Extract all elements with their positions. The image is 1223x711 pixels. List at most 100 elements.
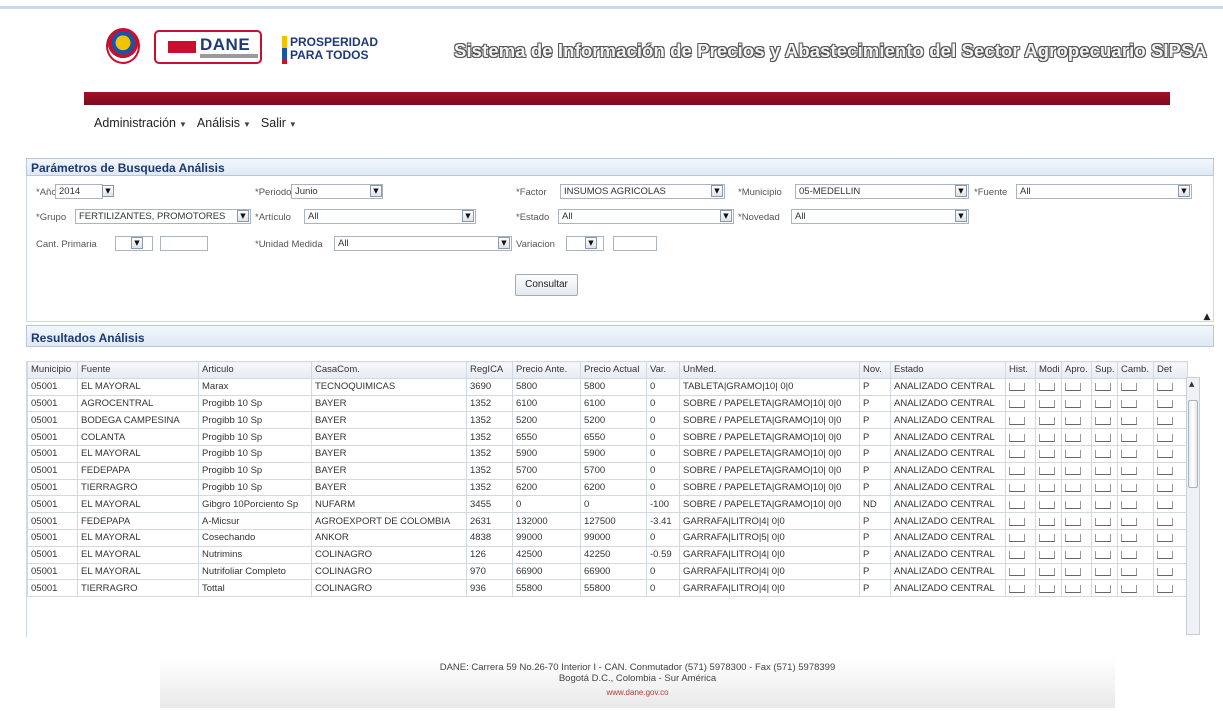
row-action-checkbox[interactable] <box>1061 545 1092 564</box>
row-action-checkbox[interactable] <box>1091 495 1118 514</box>
row-action-checkbox[interactable] <box>1091 562 1118 581</box>
row-action-checkbox[interactable] <box>1117 428 1154 446</box>
checkbox-icon[interactable] <box>1009 450 1025 459</box>
row-action-checkbox[interactable] <box>1061 495 1092 514</box>
consultar-button[interactable]: Consultar <box>515 274 578 296</box>
row-action-checkbox[interactable] <box>1005 461 1036 480</box>
checkbox-icon[interactable] <box>1121 551 1137 560</box>
row-action-checkbox[interactable] <box>1153 394 1188 413</box>
row-action-checkbox[interactable] <box>1005 428 1036 446</box>
column-header[interactable]: Det <box>1153 361 1188 379</box>
checkbox-icon[interactable] <box>1121 584 1137 593</box>
row-action-checkbox[interactable] <box>1091 461 1118 480</box>
row-action-checkbox[interactable] <box>1153 495 1188 514</box>
checkbox-icon[interactable] <box>1095 551 1111 560</box>
checkbox-icon[interactable] <box>1009 584 1025 593</box>
scroll-up-icon[interactable]: ▲ <box>1189 380 1194 388</box>
chevron-down-icon[interactable]: ▼ <box>1178 185 1190 197</box>
checkbox-icon[interactable] <box>1065 517 1081 526</box>
column-header[interactable]: Camb. <box>1117 361 1154 379</box>
row-action-checkbox[interactable] <box>1005 512 1036 530</box>
column-header[interactable]: Var. <box>646 361 680 379</box>
checkbox-icon[interactable] <box>1095 584 1111 593</box>
checkbox-icon[interactable] <box>1039 517 1055 526</box>
checkbox-icon[interactable] <box>1039 534 1055 543</box>
checkbox-icon[interactable] <box>1065 399 1081 408</box>
checkbox-icon[interactable] <box>1039 567 1055 576</box>
checkbox-icon[interactable] <box>1157 551 1173 560</box>
row-action-checkbox[interactable] <box>1091 545 1118 564</box>
checkbox-icon[interactable] <box>1065 551 1081 560</box>
estado-select[interactable]: All <box>558 209 734 224</box>
checkbox-icon[interactable] <box>1121 517 1137 526</box>
municipio-select[interactable]: 05-MEDELLIN <box>795 184 969 199</box>
checkbox-icon[interactable] <box>1009 467 1025 476</box>
row-action-checkbox[interactable] <box>1091 428 1118 446</box>
table-row[interactable]: 05001 EL MAYORAL Nutrifoliar Completo COLIN… <box>27 562 1188 581</box>
chevron-down-icon[interactable]: ▼ <box>237 210 249 222</box>
table-row[interactable]: 05001 EL MAYORAL Marax TECNOQUIMICAS 3690 580… <box>27 377 1188 396</box>
row-action-checkbox[interactable] <box>1061 528 1092 547</box>
checkbox-icon[interactable] <box>1157 416 1173 425</box>
row-action-checkbox[interactable] <box>1035 562 1062 581</box>
row-action-checkbox[interactable] <box>1035 478 1062 497</box>
menu-administracion[interactable]: Administración ▼ <box>94 116 187 130</box>
checkbox-icon[interactable] <box>1157 584 1173 593</box>
row-action-checkbox[interactable] <box>1005 394 1036 413</box>
checkbox-icon[interactable] <box>1065 416 1081 425</box>
checkbox-icon[interactable] <box>1065 433 1081 442</box>
row-action-checkbox[interactable] <box>1035 495 1062 514</box>
checkbox-icon[interactable] <box>1065 483 1081 492</box>
row-action-checkbox[interactable] <box>1005 495 1036 514</box>
checkbox-icon[interactable] <box>1039 584 1055 593</box>
menu-analisis[interactable]: Análisis ▼ <box>197 116 251 130</box>
menu-salir[interactable]: Salir ▼ <box>261 116 297 130</box>
row-action-checkbox[interactable] <box>1035 377 1062 396</box>
checkbox-icon[interactable] <box>1009 433 1025 442</box>
chevron-down-icon[interactable]: ▼ <box>498 237 510 249</box>
row-action-checkbox[interactable] <box>1005 528 1036 547</box>
checkbox-icon[interactable] <box>1157 383 1173 392</box>
row-action-checkbox[interactable] <box>1153 545 1188 564</box>
checkbox-icon[interactable] <box>1121 399 1137 408</box>
row-action-checkbox[interactable] <box>1035 461 1062 480</box>
row-action-checkbox[interactable] <box>1005 545 1036 564</box>
column-header[interactable]: Apro. <box>1061 361 1092 379</box>
table-row[interactable]: 05001 EL MAYORAL Cosechando ANKOR 4838 99000 9… <box>27 528 1188 547</box>
chevron-down-icon[interactable]: ▼ <box>131 237 143 249</box>
row-action-checkbox[interactable] <box>1005 562 1036 581</box>
checkbox-icon[interactable] <box>1039 433 1055 442</box>
table-row[interactable]: 05001 BODEGA CAMPESINA Progibb 10 Sp BAYER 1… <box>27 411 1188 430</box>
row-action-checkbox[interactable] <box>1061 478 1092 497</box>
column-header[interactable]: Precio Ante. <box>512 361 581 379</box>
checkbox-icon[interactable] <box>1065 450 1081 459</box>
table-row[interactable]: 05001 FEDEPAPA A-Micsur AGROEXPORT DE COLOM… <box>27 512 1188 530</box>
row-action-checkbox[interactable] <box>1061 562 1092 581</box>
row-action-checkbox[interactable] <box>1061 377 1092 396</box>
row-action-checkbox[interactable] <box>1091 478 1118 497</box>
table-row[interactable]: 05001 EL MAYORAL Progibb 10 Sp BAYER 1352 590… <box>27 444 1188 463</box>
row-action-checkbox[interactable] <box>1153 461 1188 480</box>
row-action-checkbox[interactable] <box>1153 562 1188 581</box>
row-action-checkbox[interactable] <box>1117 512 1154 530</box>
checkbox-icon[interactable] <box>1065 500 1081 509</box>
checkbox-icon[interactable] <box>1039 467 1055 476</box>
checkbox-icon[interactable] <box>1065 383 1081 392</box>
row-action-checkbox[interactable] <box>1035 545 1062 564</box>
column-header[interactable]: Sup. <box>1091 361 1118 379</box>
row-action-checkbox[interactable] <box>1005 444 1036 463</box>
column-header[interactable]: RegICA <box>466 361 513 379</box>
column-header[interactable]: Estado <box>890 361 1006 379</box>
row-action-checkbox[interactable] <box>1005 478 1036 497</box>
checkbox-icon[interactable] <box>1039 483 1055 492</box>
unidad-medida-select[interactable]: All <box>334 236 512 251</box>
checkbox-icon[interactable] <box>1157 399 1173 408</box>
column-header[interactable]: Articulo <box>198 361 312 379</box>
row-action-checkbox[interactable] <box>1061 411 1092 430</box>
column-header[interactable]: Hist. <box>1005 361 1036 379</box>
row-action-checkbox[interactable] <box>1153 377 1188 396</box>
factor-select[interactable]: INSUMOS AGRICOLAS <box>560 184 725 199</box>
row-action-checkbox[interactable] <box>1035 428 1062 446</box>
checkbox-icon[interactable] <box>1121 534 1137 543</box>
row-action-checkbox[interactable] <box>1117 495 1154 514</box>
